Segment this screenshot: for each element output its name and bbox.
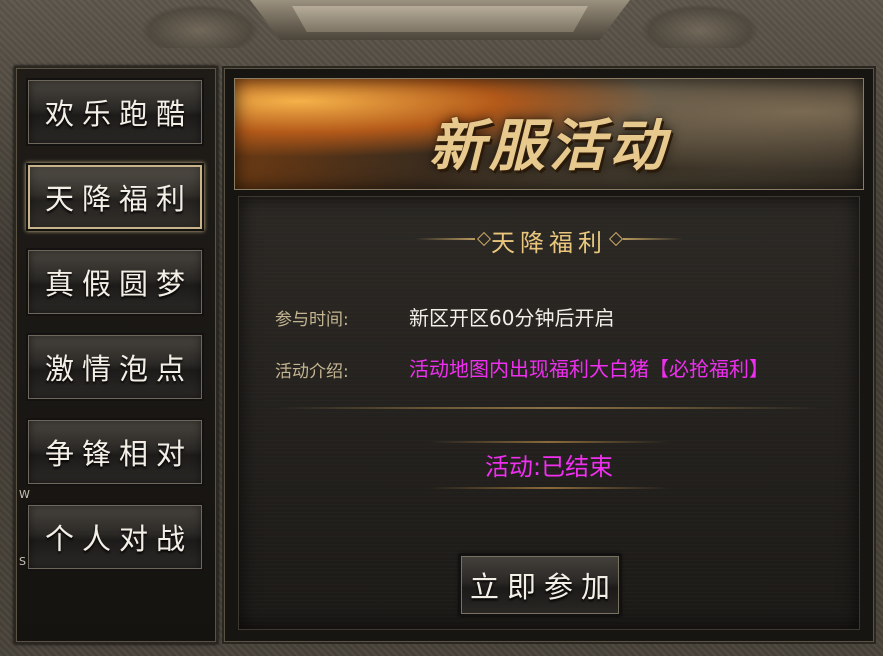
sidebar-item-true-false-dream[interactable]: 真假圆梦 xyxy=(26,248,204,316)
frame-ornament-left xyxy=(140,4,260,48)
intro-value: 活动地图内出现福利大白猪【必抢福利】 xyxy=(409,357,769,381)
time-label: 参与时间: xyxy=(275,310,349,330)
sidebar-item-happy-parkour[interactable]: 欢乐跑酷 xyxy=(26,78,204,146)
title-line-right xyxy=(623,238,683,240)
sidebar-marker-w: W xyxy=(19,488,30,501)
frame-ornament-right xyxy=(640,4,760,48)
time-value: 新区开区60分钟后开启 xyxy=(409,306,615,330)
event-banner: 新服活动 xyxy=(234,78,864,190)
sidebar-item-solo-battle[interactable]: 个人对战 xyxy=(26,503,204,571)
sidebar-item-head-to-head[interactable]: 争锋相对 xyxy=(26,418,204,486)
sidebar-item-sky-welfare[interactable]: 天降福利 xyxy=(26,163,204,231)
activity-status: 活动:已结束 xyxy=(484,453,614,481)
activity-detail: 天降福利 参与时间: 新区开区60分钟后开启 活动介绍: 活动地图内出现福利大白… xyxy=(238,196,860,630)
top-ornament-inner xyxy=(292,6,588,32)
join-now-button[interactable]: 立即参加 xyxy=(459,554,621,616)
sidebar-marker-s: S xyxy=(19,555,26,568)
activity-panel: 新服活动 天降福利 参与时间: 新区开区60分钟后开启 活动介绍: 活动地图内出… xyxy=(222,66,876,644)
banner-title: 新服活动 xyxy=(429,113,669,179)
activity-sidebar: 欢乐跑酷 天降福利 真假圆梦 激情泡点 争锋相对 个人对战 xyxy=(14,66,218,644)
divider xyxy=(279,407,819,409)
section-title: 天降福利 xyxy=(491,229,607,257)
status-glow-bottom xyxy=(429,487,669,489)
status-glow-top xyxy=(429,441,669,443)
intro-label: 活动介绍: xyxy=(275,362,349,382)
sidebar-item-passion-afk-points[interactable]: 激情泡点 xyxy=(26,333,204,401)
